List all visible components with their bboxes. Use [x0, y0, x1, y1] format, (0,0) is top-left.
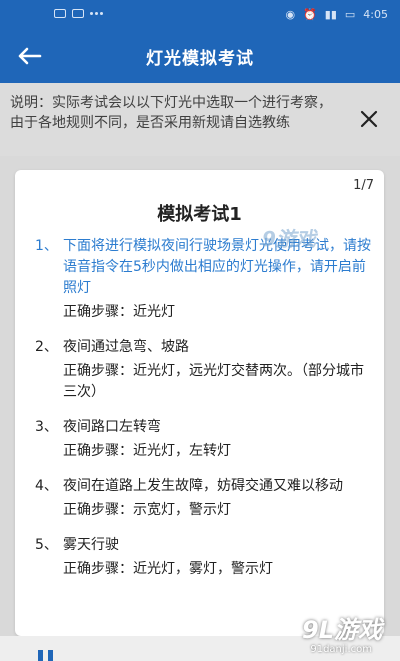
- question-body: 下面将进行模拟夜间行驶场景灯光使用考试，请按语音指令在5秒内做出相应的灯光操作，…: [63, 238, 371, 296]
- answer-text: 正确步骤：示宽灯，警示灯: [63, 502, 231, 518]
- question-body: 夜间路口左转弯: [63, 419, 161, 435]
- question-text: 3、 夜间路口左转弯: [35, 417, 375, 438]
- close-notice-button[interactable]: [360, 110, 378, 128]
- question-text: 4、 夜间在道路上发生故障，妨碍交通又难以移动: [35, 476, 375, 497]
- question-text: 1、 下面将进行模拟夜间行驶场景灯光使用考试，请按语音指令在5秒内做出相应的灯光…: [35, 236, 375, 299]
- notification-icon: [54, 9, 66, 18]
- question-body: 夜间通过急弯、坡路: [63, 339, 189, 355]
- notice-banner: 说明：实际考试会以以下灯光中选取一个进行考察，由于各地规则不同，是否采用新规请自…: [0, 83, 400, 156]
- question-number: 3、: [35, 419, 58, 435]
- question-number: 5、: [35, 537, 58, 553]
- question-body: 雾天行驶: [63, 537, 119, 553]
- app-bar: 灯光模拟考试: [0, 28, 400, 83]
- question-number: 2、: [35, 339, 58, 355]
- signal-icon: ▮▮: [324, 8, 337, 21]
- page-counter: 1/7: [353, 178, 374, 193]
- list-item[interactable]: 4、 夜间在道路上发生故障，妨碍交通又难以移动 正确步骤：示宽灯，警示灯: [35, 476, 375, 521]
- question-text: 2、 夜间通过急弯、坡路: [35, 337, 375, 358]
- notice-text: 说明：实际考试会以以下灯光中选取一个进行考察，由于各地规则不同，是否采用新规请自…: [10, 95, 332, 131]
- question-body: 夜间在道路上发生故障，妨碍交通又难以移动: [63, 478, 343, 494]
- list-item[interactable]: 5、 雾天行驶 正确步骤：近光灯，雾灯，警示灯: [35, 535, 375, 580]
- page-title: 灯光模拟考试: [146, 49, 254, 69]
- brand-logo: 9L游戏: [302, 616, 382, 644]
- answer-text: 正确步骤：近光灯，左转灯: [63, 443, 231, 459]
- more-dots-icon: [90, 12, 103, 15]
- question-text: 5、 雾天行驶: [35, 535, 375, 556]
- status-bar: ◉ ⏰ ▮▮ ▭ 4:05: [0, 0, 400, 28]
- list-item[interactable]: 3、 夜间路口左转弯 正确步骤：近光灯，左转灯: [35, 417, 375, 462]
- list-item[interactable]: 1、 下面将进行模拟夜间行驶场景灯光使用考试，请按语音指令在5秒内做出相应的灯光…: [35, 236, 375, 323]
- status-right-icons: ◉ ⏰ ▮▮ ▭ 4:05: [285, 8, 388, 21]
- close-icon: [360, 110, 378, 128]
- answer-text: 正确步骤：近光灯，雾灯，警示灯: [63, 561, 273, 577]
- site-watermark: 9游戏: [262, 227, 316, 251]
- exam-title: 模拟考试1: [157, 204, 242, 225]
- alarm-icon: ⏰: [303, 8, 317, 21]
- brand-url: 91danji.com: [310, 644, 372, 655]
- eye-icon: ◉: [285, 8, 296, 21]
- battery-icon: ▭: [344, 8, 356, 21]
- question-number: 1、: [35, 238, 58, 254]
- status-time: 4:05: [363, 8, 388, 21]
- exam-card: 1/7 模拟考试1 1、 下面将进行模拟夜间行驶场景灯光使用考试，请按语音指令在…: [15, 170, 384, 636]
- list-item[interactable]: 2、 夜间通过急弯、坡路 正确步骤：近光灯，远光灯交替两次。（部分城市三次）: [35, 337, 375, 403]
- notification-icon: [72, 9, 84, 18]
- status-left-icons: [54, 9, 103, 18]
- question-number: 4、: [35, 478, 58, 494]
- answer-text: 正确步骤：近光灯，远光灯交替两次。（部分城市三次）: [63, 363, 364, 400]
- question-list: 1、 下面将进行模拟夜间行驶场景灯光使用考试，请按语音指令在5秒内做出相应的灯光…: [35, 236, 375, 594]
- pause-icon[interactable]: [38, 650, 54, 661]
- answer-text: 正确步骤：近光灯: [63, 304, 175, 320]
